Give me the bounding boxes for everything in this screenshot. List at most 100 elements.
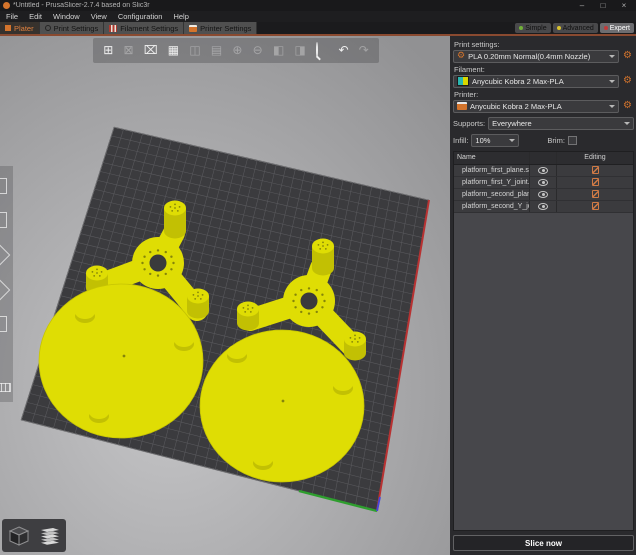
window-title: *Untitled - PrusaSlicer-2.7.4 based on S… [13, 2, 570, 9]
object-list: Name Editing platform_first_plane.stl pl… [453, 151, 634, 532]
scale-gizmo-icon[interactable] [0, 212, 7, 228]
split-to-parts-icon: ◨ [294, 44, 305, 56]
editing-column-header: Editing [556, 152, 633, 164]
chevron-down-icon [624, 122, 630, 125]
menu-item-file[interactable]: File [6, 12, 18, 21]
cut-gizmo-icon[interactable] [0, 316, 7, 332]
plater-icon [5, 25, 11, 31]
tab-label: Filament Settings [120, 24, 178, 33]
mode-simple-button[interactable]: Simple [515, 23, 550, 33]
menu-item-help[interactable]: Help [173, 12, 188, 21]
object-row[interactable]: platform_second_Y_joint.stl [454, 201, 633, 213]
expert-dot-icon [604, 26, 608, 30]
printer-label: Printer: [454, 90, 633, 99]
editing-icon[interactable] [592, 178, 599, 186]
name-column-header: Name [454, 152, 529, 164]
mode-label: Advanced [563, 25, 594, 32]
mode-advanced-button[interactable]: Advanced [553, 23, 598, 33]
printer-dropdown[interactable]: Anycubic Kobra 2 Max-PLA [453, 100, 619, 113]
printer-value: Anycubic Kobra 2 Max-PLA [470, 102, 606, 111]
filament-label: Filament: [454, 65, 633, 74]
object-list-header: Name Editing [454, 152, 633, 165]
infill-dropdown[interactable]: 10% [471, 134, 519, 147]
printer-device-icon [457, 102, 467, 110]
object-name: platform_first_plane.stl [454, 165, 529, 176]
arrange-icon[interactable]: ▦ [168, 44, 179, 56]
redo-icon: ↷ [359, 44, 369, 56]
eye-icon[interactable] [538, 167, 548, 174]
move-gizmo-icon[interactable] [0, 178, 7, 194]
chevron-down-icon [609, 80, 615, 83]
tab-filament-settings[interactable]: Filament Settings [104, 22, 184, 34]
rotate-gizmo-icon[interactable] [0, 243, 10, 266]
mode-label: Expert [610, 25, 630, 32]
object-row[interactable]: platform_second_plane.stl [454, 189, 633, 201]
copy-icon: ◫ [189, 44, 200, 56]
advanced-dot-icon [557, 26, 561, 30]
gizmo-toolbar [0, 166, 13, 402]
split-to-objects-icon: ◧ [273, 44, 284, 56]
tab-plater[interactable]: Plater [0, 22, 40, 34]
mode-expert-button[interactable]: Expert [600, 23, 634, 33]
object-row[interactable]: platform_first_Y_joint.stl [454, 177, 633, 189]
eye-icon[interactable] [538, 203, 548, 210]
place-on-face-gizmo-icon[interactable] [0, 278, 10, 301]
tab-printer-settings[interactable]: Printer Settings [184, 22, 257, 34]
paste-icon: ▤ [211, 44, 222, 56]
editing-icon[interactable] [592, 202, 599, 210]
undo-icon[interactable]: ↶ [338, 44, 348, 56]
tab-label: Printer Settings [200, 24, 251, 33]
preview-layers-icon[interactable] [37, 524, 61, 548]
menu-item-window[interactable]: Window [53, 12, 80, 21]
main-toolbar: ⊞ ⊠ ⌧ ▦ ◫ ▤ ⊕ ⊖ ◧ ◨ ↶ ↷ [93, 38, 379, 63]
chevron-down-icon [509, 139, 515, 142]
printer-gear-button[interactable]: ⚙ [621, 101, 634, 111]
eye-icon[interactable] [538, 191, 548, 198]
editing-icon[interactable] [592, 190, 599, 198]
filament-icon [109, 25, 117, 32]
close-button[interactable]: × [615, 0, 633, 11]
remove-instance-icon: ⊖ [253, 44, 263, 56]
menu-item-view[interactable]: View [91, 12, 107, 21]
supports-dropdown[interactable]: Everywhere [488, 117, 634, 130]
filament-value: Anycubic Kobra 2 Max-PLA [472, 77, 606, 86]
search-icon[interactable] [316, 44, 318, 56]
brim-checkbox[interactable] [568, 136, 577, 145]
tab-print-settings[interactable]: Print Settings [40, 22, 105, 34]
tab-label: Print Settings [54, 24, 99, 33]
print-settings-label: Print settings: [454, 40, 633, 49]
model-platform-first-plane[interactable] [39, 284, 203, 438]
maximize-button[interactable]: □ [594, 0, 612, 11]
object-name: platform_first_Y_joint.stl [454, 177, 529, 188]
view-mode-toggle [2, 519, 66, 552]
menu-item-configuration[interactable]: Configuration [118, 12, 163, 21]
editor-view-cube-icon[interactable] [7, 524, 31, 548]
filament-dropdown[interactable]: Anycubic Kobra 2 Max-PLA [453, 75, 619, 88]
model-platform-second-plane[interactable] [200, 330, 364, 482]
object-row[interactable]: platform_first_plane.stl [454, 165, 633, 177]
filament-gear-button[interactable]: ⚙ [621, 76, 634, 86]
visibility-column-header [529, 152, 556, 164]
add-instance-icon: ⊕ [232, 44, 242, 56]
print-settings-tab-icon [45, 25, 51, 31]
object-name: platform_second_plane.stl [454, 189, 529, 200]
print-profile-icon: ⚙ [457, 52, 465, 61]
slice-now-button[interactable]: Slice now [453, 535, 634, 551]
filament-color-swatch [457, 76, 469, 86]
menu-item-edit[interactable]: Edit [29, 12, 42, 21]
editing-icon[interactable] [592, 166, 599, 174]
printer-icon [189, 25, 197, 32]
prusaslicer-window: *Untitled - PrusaSlicer-2.7.4 based on S… [0, 0, 636, 555]
minimize-button[interactable]: – [573, 0, 591, 11]
delete-all-icon[interactable]: ⌧ [144, 44, 158, 56]
delete-icon: ⊠ [123, 44, 133, 56]
print-settings-gear-button[interactable]: ⚙ [621, 51, 634, 61]
viewport-3d[interactable]: ⊞ ⊠ ⌧ ▦ ◫ ▤ ⊕ ⊖ ◧ ◨ ↶ ↷ [0, 36, 450, 555]
add-icon[interactable]: ⊞ [103, 44, 113, 56]
eye-icon[interactable] [538, 179, 548, 186]
measure-gizmo-icon[interactable] [0, 383, 11, 392]
supports-value: Everywhere [492, 119, 621, 128]
infill-value: 10% [475, 136, 506, 145]
sidebar-panel: Print settings: ⚙ PLA 0.20mm Normal(0.4m… [450, 36, 636, 555]
print-settings-dropdown[interactable]: ⚙ PLA 0.20mm Normal(0.4mm Nozzle) [453, 50, 619, 63]
